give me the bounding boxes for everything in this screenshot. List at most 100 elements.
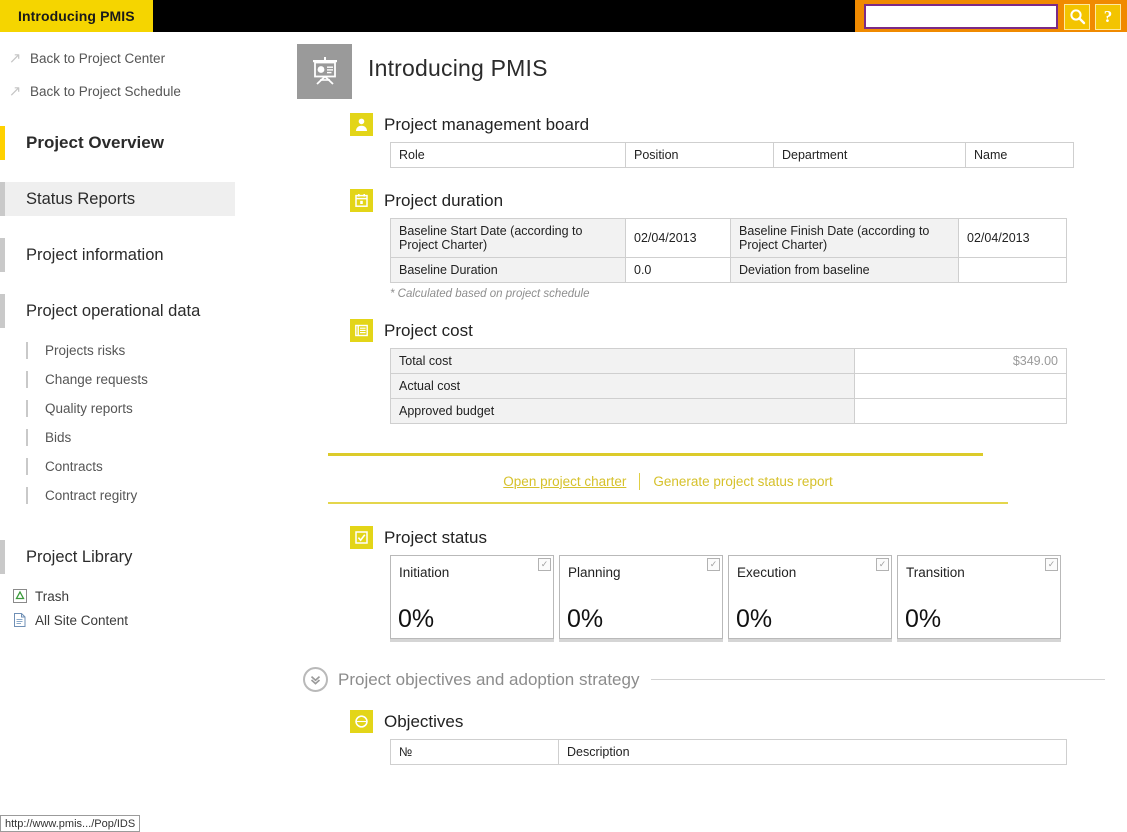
checkbox-icon[interactable]: ✓ bbox=[707, 558, 720, 571]
project-objectives-group-header[interactable]: Project objectives and adoption strategy bbox=[303, 667, 1127, 692]
search-area: ? bbox=[855, 0, 1127, 33]
magnifier-icon bbox=[1069, 9, 1085, 25]
status-card-initiation[interactable]: ✓ Initiation 0% bbox=[390, 555, 554, 639]
table-row: Total cost $349.00 bbox=[390, 348, 1067, 374]
sidebar-item-project-overview[interactable]: Project Overview bbox=[0, 126, 288, 160]
page-header: Introducing PMIS bbox=[288, 32, 1127, 99]
person-icon bbox=[356, 118, 367, 131]
accent-line bbox=[328, 453, 983, 456]
search-input[interactable] bbox=[864, 4, 1058, 29]
document-icon bbox=[14, 613, 26, 627]
sidebar-subitem-bids[interactable]: Bids bbox=[0, 423, 288, 452]
project-status-section: Project status ✓ Initiation 0% ✓ Plannin… bbox=[350, 526, 1127, 639]
sidebar-item-status-reports[interactable]: Status Reports bbox=[0, 182, 235, 216]
sidebar-item-project-library[interactable]: Project Library bbox=[0, 540, 288, 574]
sidebar-item-label: Project Library bbox=[26, 547, 133, 566]
project-duration-section: Project duration Baseline Start Date (ac… bbox=[350, 189, 1127, 300]
trash-link[interactable]: Trash bbox=[0, 584, 288, 608]
sidebar-subitem-projects-risks[interactable]: Projects risks bbox=[0, 336, 288, 365]
checkbox-icon[interactable]: ✓ bbox=[876, 558, 889, 571]
back-to-project-schedule-link[interactable]: ↗ Back to Project Schedule bbox=[0, 75, 288, 108]
label-deviation-from-baseline: Deviation from baseline bbox=[730, 257, 959, 283]
column-header-description: Description bbox=[558, 739, 1067, 765]
subitem-bar bbox=[26, 371, 28, 388]
subitem-bar bbox=[26, 487, 28, 504]
label-approved-budget: Approved budget bbox=[390, 398, 855, 424]
section-bar bbox=[0, 238, 5, 272]
target-globe-icon bbox=[355, 715, 368, 728]
section-title: Project duration bbox=[384, 190, 504, 210]
sidebar-subitem-contracts[interactable]: Contracts bbox=[0, 452, 288, 481]
generate-project-status-report-link[interactable]: Generate project status report bbox=[653, 474, 832, 489]
table-row: Baseline Start Date (according to Projec… bbox=[390, 218, 1067, 258]
column-header-name: Name bbox=[965, 142, 1074, 168]
column-header-position: Position bbox=[625, 142, 774, 168]
link-divider bbox=[639, 472, 641, 490]
value-baseline-start-date[interactable]: 02/04/2013 bbox=[625, 218, 731, 258]
status-card-execution[interactable]: ✓ Execution 0% bbox=[728, 555, 892, 639]
value-total-cost[interactable]: $349.00 bbox=[854, 348, 1067, 374]
project-management-board-section: Project management board Role Position D… bbox=[350, 113, 1127, 168]
section-title: Project management board bbox=[384, 114, 590, 134]
sidebar-item-label: Project Overview bbox=[26, 133, 164, 152]
arrow-up-right-icon: ↗ bbox=[8, 83, 22, 100]
accent-arrow bbox=[328, 446, 1008, 460]
all-site-content-link[interactable]: All Site Content bbox=[0, 608, 288, 632]
active-bar bbox=[0, 126, 5, 160]
value-baseline-duration[interactable]: 0.0 bbox=[625, 257, 731, 283]
sidebar-subitem-quality-reports[interactable]: Quality reports bbox=[0, 394, 288, 423]
sidebar-subitem-contract-regitry[interactable]: Contract regitry bbox=[0, 481, 288, 510]
value-approved-budget[interactable] bbox=[854, 398, 1067, 424]
objectives-section: Objectives № Description bbox=[350, 710, 1127, 765]
group-divider bbox=[651, 679, 1105, 680]
project-duration-table: Baseline Start Date (according to Projec… bbox=[390, 218, 1067, 283]
table-header-row: Role Position Department Name bbox=[390, 142, 1074, 168]
back-link-label: Back to Project Center bbox=[30, 51, 166, 66]
chevron-down-circle-icon[interactable] bbox=[303, 667, 328, 692]
money-bill-icon-wrap bbox=[350, 319, 373, 342]
arrow-up-right-icon: ↗ bbox=[8, 50, 22, 67]
sidebar-item-label: Project information bbox=[26, 245, 164, 264]
column-header-number: № bbox=[390, 739, 559, 765]
calendar-icon bbox=[355, 194, 368, 207]
status-card-transition[interactable]: ✓ Transition 0% bbox=[897, 555, 1061, 639]
status-card-planning[interactable]: ✓ Planning 0% bbox=[559, 555, 723, 639]
recycle-bin-icon bbox=[13, 589, 27, 603]
checkbox-icon[interactable]: ✓ bbox=[1045, 558, 1058, 571]
sidebar-subitem-label: Projects risks bbox=[45, 343, 126, 358]
label-total-cost: Total cost bbox=[390, 348, 855, 374]
open-project-charter-link[interactable]: Open project charter bbox=[503, 474, 626, 489]
objectives-table: № Description bbox=[390, 739, 1067, 765]
help-button[interactable]: ? bbox=[1095, 3, 1121, 30]
checkbox-check-icon-wrap bbox=[350, 526, 373, 549]
sidebar-subitem-change-requests[interactable]: Change requests bbox=[0, 365, 288, 394]
duration-note: * Calculated based on project schedule bbox=[390, 288, 590, 300]
sidebar-item-project-information[interactable]: Project information bbox=[0, 238, 288, 272]
sidebar-subitem-label: Contracts bbox=[45, 459, 103, 474]
label-baseline-start-date: Baseline Start Date (according to Projec… bbox=[390, 218, 626, 258]
presentation-board-icon bbox=[312, 56, 337, 85]
search-button[interactable] bbox=[1064, 3, 1090, 30]
value-actual-cost[interactable] bbox=[854, 373, 1067, 399]
sidebar-item-project-operational-data[interactable]: Project operational data bbox=[0, 294, 288, 328]
site-tab[interactable]: Introducing PMIS bbox=[0, 0, 153, 32]
label-actual-cost: Actual cost bbox=[390, 373, 855, 399]
back-to-project-center-link[interactable]: ↗ Back to Project Center bbox=[0, 42, 288, 75]
table-row: Actual cost bbox=[390, 373, 1067, 399]
project-cost-section: Project cost Total cost $349.00 Actual c… bbox=[350, 319, 1127, 424]
value-deviation-from-baseline[interactable] bbox=[958, 257, 1067, 283]
section-header: Project status bbox=[350, 526, 1127, 549]
section-title: Objectives bbox=[384, 711, 464, 731]
back-link-label: Back to Project Schedule bbox=[30, 84, 181, 99]
checkbox-icon[interactable]: ✓ bbox=[538, 558, 551, 571]
status-card-label: Transition bbox=[906, 565, 965, 580]
sidebar-item-label: Project operational data bbox=[26, 301, 201, 320]
table-row: Approved budget bbox=[390, 398, 1067, 424]
status-bar-url: http://www.pmis.../Pop/IDS bbox=[0, 815, 141, 832]
checkbox-check-icon bbox=[355, 531, 368, 544]
sidebar-subitem-label: Quality reports bbox=[45, 401, 133, 416]
status-card-value: 0% bbox=[398, 605, 435, 633]
value-baseline-finish-date[interactable]: 02/04/2013 bbox=[958, 218, 1067, 258]
all-site-content-label: All Site Content bbox=[35, 612, 129, 628]
sidebar-subitem-label: Contract regitry bbox=[45, 488, 138, 503]
